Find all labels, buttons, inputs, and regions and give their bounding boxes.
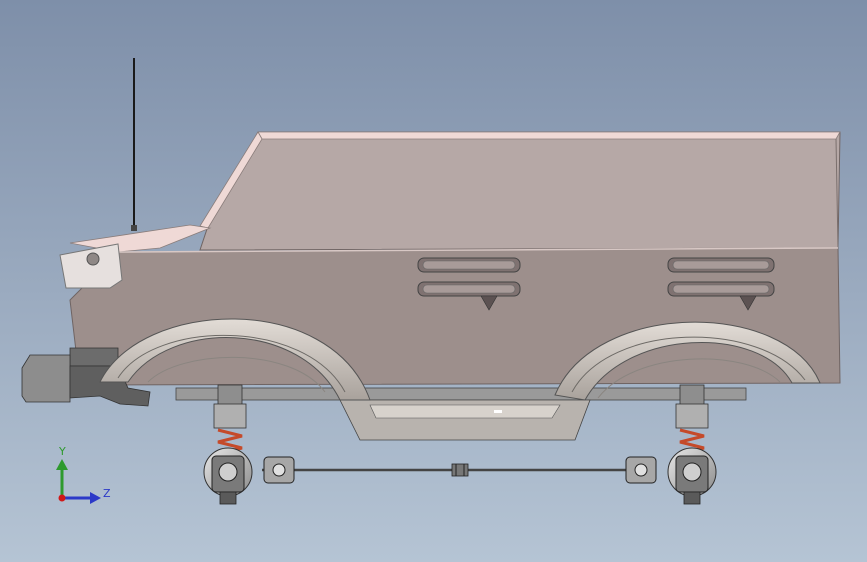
headlight-icon [86,252,100,266]
y-axis-label: Y [58,445,66,458]
cad-viewport[interactable]: Y Z [0,0,867,562]
z-axis-label: Z [103,487,111,500]
model-canvas[interactable]: Y Z [0,0,867,562]
cabin [199,131,841,251]
